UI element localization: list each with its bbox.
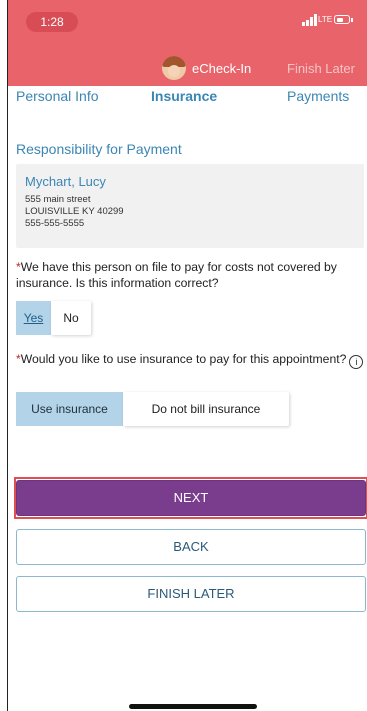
app-title: eCheck-In bbox=[192, 61, 252, 76]
do-not-bill-insurance-button[interactable]: Do not bill insurance bbox=[123, 392, 289, 426]
step-personal-info[interactable]: Personal Info bbox=[16, 88, 99, 104]
step-tabs: Personal Info Insurance Payments bbox=[8, 86, 367, 108]
responsible-party-card: Mychart, Lucy 555 main street LOUISVILLE… bbox=[16, 164, 364, 248]
question-text: Would you like to use insurance to pay f… bbox=[20, 352, 347, 366]
step-payments[interactable]: Payments bbox=[287, 88, 349, 104]
responsible-phone: 555-555-5555 bbox=[25, 218, 85, 229]
question-text: We have this person on file to pay for c… bbox=[16, 260, 337, 290]
status-bar: 1:28 LTE bbox=[8, 0, 367, 44]
responsible-address-line2: LOUISVILLE KY 40299 bbox=[25, 206, 124, 217]
next-button[interactable]: NEXT bbox=[16, 480, 366, 516]
section-title: Responsibility for Payment bbox=[16, 141, 182, 157]
step-insurance[interactable]: Insurance bbox=[151, 88, 217, 104]
info-icon[interactable]: i bbox=[349, 355, 364, 369]
status-time: 1:28 bbox=[26, 12, 78, 32]
yes-button[interactable]: Yes bbox=[16, 301, 51, 335]
responsible-name: Mychart, Lucy bbox=[25, 174, 106, 189]
nav-bar: eCheck-In Finish Later bbox=[8, 44, 367, 86]
no-button[interactable]: No bbox=[51, 301, 91, 335]
battery-tip bbox=[351, 18, 353, 22]
use-insurance-button[interactable]: Use insurance bbox=[16, 392, 123, 426]
home-indicator bbox=[129, 704, 257, 709]
finish-later-link[interactable]: Finish Later bbox=[287, 61, 355, 76]
back-button[interactable]: BACK bbox=[16, 529, 366, 565]
battery-icon bbox=[334, 15, 350, 24]
question-use-insurance: *Would you like to use insurance to pay … bbox=[16, 351, 366, 369]
finish-later-button[interactable]: FINISH LATER bbox=[16, 576, 366, 612]
avatar bbox=[162, 56, 186, 80]
avatar-face bbox=[168, 65, 180, 77]
signal-icon bbox=[302, 14, 318, 26]
network-type: LTE bbox=[318, 15, 333, 24]
responsible-address-line1: 555 main street bbox=[25, 194, 91, 205]
question-responsibility-correct: *We have this person on file to pay for … bbox=[16, 259, 366, 291]
app-frame: 1:28 LTE eCheck-In Finish Later Personal… bbox=[7, 0, 367, 711]
